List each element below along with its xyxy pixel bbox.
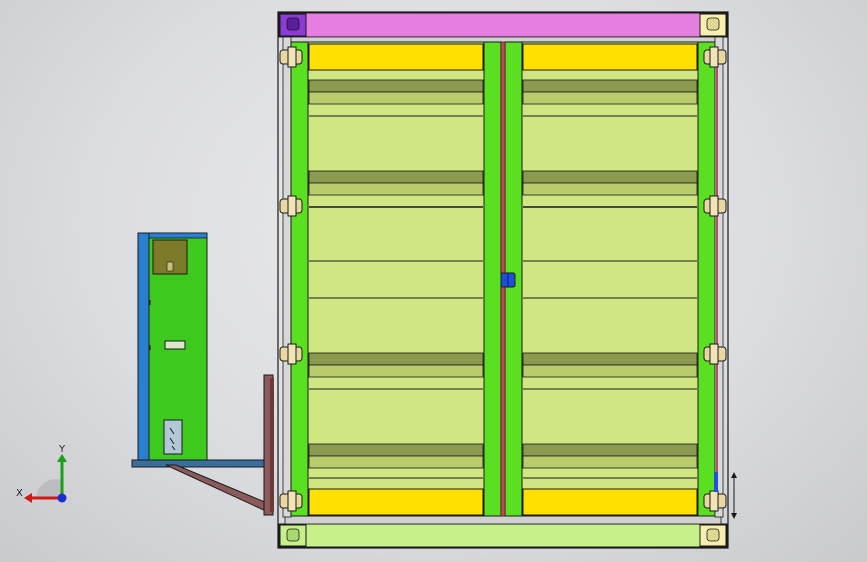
hinge-icon: [279, 46, 303, 68]
diagonal-brace: [165, 464, 273, 513]
left-door: [307, 41, 485, 517]
left-post: [282, 36, 292, 518]
cad-viewport[interactable]: [0, 0, 867, 562]
hinge-icon: [279, 195, 303, 217]
cabinet-blue-side: [137, 232, 151, 462]
x-axis-label: X: [16, 488, 23, 499]
right-door-bottom-bar: [522, 488, 698, 516]
cabinet-handle: [164, 340, 186, 350]
coordinate-triad: X Y: [16, 444, 67, 503]
hinge-icon: [703, 195, 727, 217]
z-axis-icon: [57, 493, 67, 503]
hinge-icon: [703, 46, 727, 68]
triad-plane-icon: [36, 479, 62, 498]
left-door-top-bar: [308, 43, 484, 71]
hinge-icon: [279, 490, 303, 512]
right-door: [521, 41, 699, 517]
hinge-icon: [279, 343, 303, 365]
cabinet-vent: [163, 419, 183, 455]
side-cabinet: [131, 232, 274, 516]
y-axis-label: Y: [58, 444, 66, 455]
bottom-rail: [278, 523, 728, 548]
left-door-bottom-bar: [308, 488, 484, 516]
right-post: [697, 41, 716, 517]
center-mullion-left: [483, 41, 502, 517]
hinge-icon: [703, 490, 727, 512]
top-rail: [278, 12, 728, 38]
support-arm: [131, 459, 273, 468]
hinge-icon: [703, 343, 727, 365]
right-door-top-bar: [522, 43, 698, 71]
